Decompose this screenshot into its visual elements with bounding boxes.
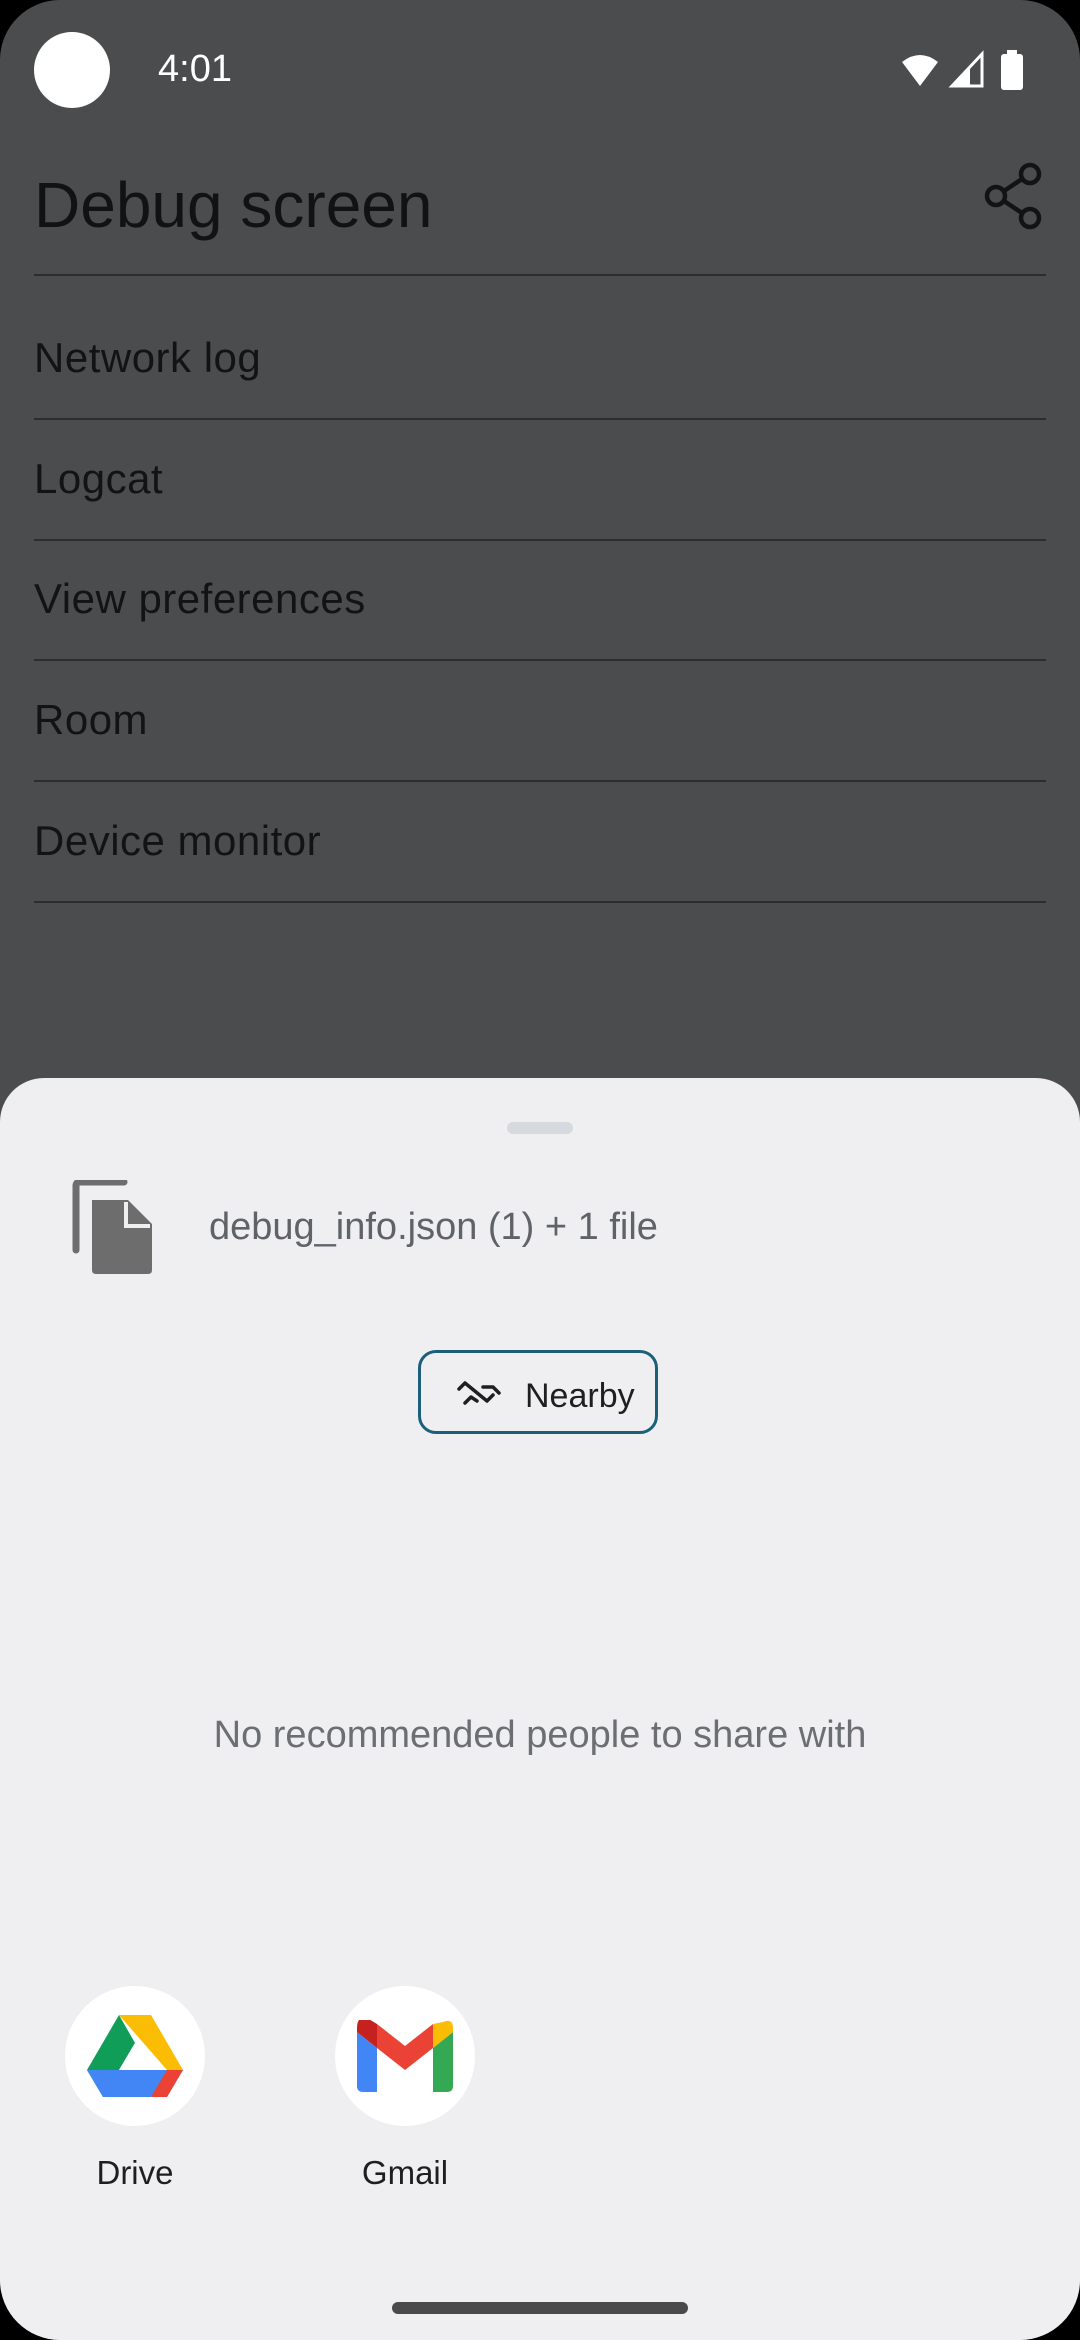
home-indicator[interactable] — [392, 2302, 688, 2314]
shared-files-summary: debug_info.json (1) + 1 file — [209, 1206, 658, 1248]
status-icons — [902, 50, 1023, 90]
gmail-icon — [357, 2020, 453, 2092]
screen: 4:01 Debug screen Network log Logcat Vie… — [0, 0, 1080, 2340]
menu-item-device-monitor[interactable]: Device monitor — [34, 781, 1046, 901]
nearby-share-icon — [457, 1381, 501, 1405]
gmail-app-circle[interactable] — [335, 1986, 475, 2126]
nearby-share-button[interactable]: Nearby — [418, 1350, 658, 1434]
menu-item-view-preferences[interactable]: View preferences — [34, 539, 1046, 659]
menu-item-room[interactable]: Room — [34, 660, 1046, 780]
share-sheet: debug_info.json (1) + 1 file Nearby No r… — [0, 1078, 1080, 2340]
divider — [34, 274, 1046, 276]
share-target-drive[interactable]: Drive — [65, 1986, 205, 2192]
page-title: Debug screen — [34, 169, 433, 241]
signal-icon — [948, 50, 984, 88]
drive-app-circle[interactable] — [65, 1986, 205, 2126]
google-drive-icon — [87, 2015, 183, 2097]
drive-label: Drive — [96, 2154, 174, 2191]
share-target-gmail[interactable]: Gmail — [335, 1986, 475, 2192]
menu-item-network-log[interactable]: Network log — [34, 298, 1046, 418]
no-recommended-people-text: No recommended people to share with — [213, 1714, 867, 1756]
file-copy-icon — [72, 1180, 152, 1274]
menu-item-logcat[interactable]: Logcat — [34, 419, 1046, 539]
drag-handle[interactable] — [507, 1122, 573, 1134]
nearby-label: Nearby — [525, 1377, 635, 1415]
gmail-label: Gmail — [361, 2154, 449, 2191]
status-bar: 4:01 — [0, 0, 1080, 140]
battery-icon — [1001, 50, 1023, 90]
wifi-icon — [902, 55, 938, 86]
share-icon[interactable] — [982, 162, 1046, 230]
status-time: 4:01 — [158, 48, 232, 90]
front-camera-cutout — [34, 32, 110, 108]
divider — [34, 901, 1046, 903]
